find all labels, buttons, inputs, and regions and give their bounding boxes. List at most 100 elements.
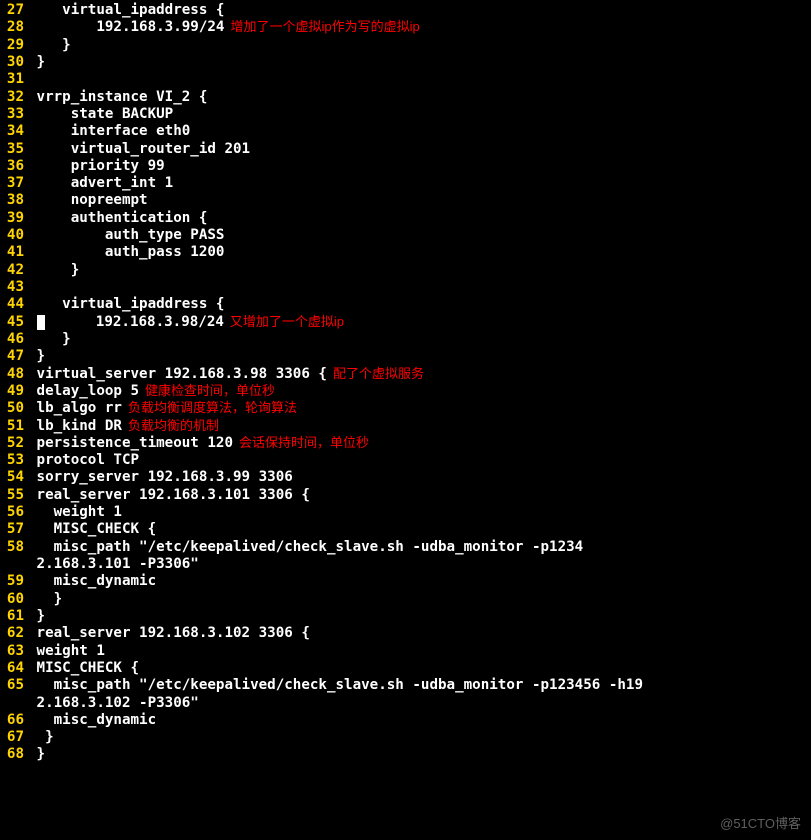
line-number: 57 (0, 521, 28, 538)
line-number (0, 695, 28, 712)
code-text: } (28, 591, 62, 608)
line-number: 49 (0, 383, 28, 400)
code-text: real_server 192.168.3.101 3306 { (28, 487, 310, 504)
code-text: real_server 192.168.3.102 3306 { (28, 625, 310, 642)
code-line: 62 real_server 192.168.3.102 3306 { (0, 625, 811, 642)
code-line: 43 (0, 279, 811, 296)
line-number: 68 (0, 746, 28, 763)
code-line: 41 auth_pass 1200 (0, 244, 811, 261)
code-text: 192.168.3.99/24 (28, 19, 224, 36)
code-line: 36 priority 99 (0, 158, 811, 175)
line-number: 63 (0, 643, 28, 660)
line-number: 36 (0, 158, 28, 175)
code-line: 49 delay_loop 5健康检查时间，单位秒 (0, 383, 811, 400)
line-number: 51 (0, 418, 28, 435)
code-text: } (28, 37, 71, 54)
code-line: 51 lb_kind DR负载均衡的机制 (0, 418, 811, 435)
line-number: 48 (0, 366, 28, 383)
code-text: virtual_ipaddress { (28, 2, 224, 19)
code-line: 65 misc_path "/etc/keepalived/check_slav… (0, 677, 811, 694)
line-number: 47 (0, 348, 28, 365)
line-number: 39 (0, 210, 28, 227)
code-text: misc_dynamic (28, 712, 156, 729)
code-text: lb_kind DR (28, 418, 122, 435)
code-line: 67 } (0, 729, 811, 746)
code-text: virtual_server 192.168.3.98 3306 { (28, 366, 327, 383)
line-number: 30 (0, 54, 28, 71)
code-line: 63 weight 1 (0, 643, 811, 660)
code-text: weight 1 (28, 504, 122, 521)
code-text: advert_int 1 (28, 175, 173, 192)
code-text: misc_path "/etc/keepalived/check_slave.s… (28, 539, 583, 556)
line-number (0, 556, 28, 573)
code-text: 2.168.3.101 -P3306" (28, 556, 199, 573)
code-line: 66 misc_dynamic (0, 712, 811, 729)
code-line: 53 protocol TCP (0, 452, 811, 469)
code-line: 30 } (0, 54, 811, 71)
code-editor: 27 virtual_ipaddress {28 192.168.3.99/24… (0, 0, 811, 764)
code-line: 56 weight 1 (0, 504, 811, 521)
line-number: 61 (0, 608, 28, 625)
code-line: 38 nopreempt (0, 192, 811, 209)
code-text: delay_loop 5 (28, 383, 139, 400)
line-number: 45 (0, 314, 28, 331)
annotation: 负载均衡调度算法，轮询算法 (122, 400, 297, 417)
code-text: 2.168.3.102 -P3306" (28, 695, 199, 712)
code-text: } (28, 262, 79, 279)
code-line: 59 misc_dynamic (0, 573, 811, 590)
line-number: 41 (0, 244, 28, 261)
code-text: authentication { (28, 210, 207, 227)
line-number: 65 (0, 677, 28, 694)
code-line: 42 } (0, 262, 811, 279)
code-line: 32 vrrp_instance VI_2 { (0, 89, 811, 106)
code-line: 52 persistence_timeout 120会话保持时间，单位秒 (0, 435, 811, 452)
code-text: 192.168.3.98/24 (28, 314, 224, 331)
code-text: virtual_router_id 201 (28, 141, 250, 158)
code-line: 34 interface eth0 (0, 123, 811, 140)
line-number: 66 (0, 712, 28, 729)
code-text: protocol TCP (28, 452, 139, 469)
code-line: 2.168.3.102 -P3306" (0, 695, 811, 712)
code-text: misc_path "/etc/keepalived/check_slave.s… (28, 677, 643, 694)
line-number: 37 (0, 175, 28, 192)
code-text: interface eth0 (28, 123, 190, 140)
line-number: 59 (0, 573, 28, 590)
code-line: 47 } (0, 348, 811, 365)
line-number: 56 (0, 504, 28, 521)
line-number: 43 (0, 279, 28, 296)
code-line: 33 state BACKUP (0, 106, 811, 123)
code-text: vrrp_instance VI_2 { (28, 89, 207, 106)
code-text: persistence_timeout 120 (28, 435, 233, 452)
code-line: 50 lb_algo rr负载均衡调度算法，轮询算法 (0, 400, 811, 417)
code-text: } (28, 746, 45, 763)
code-line: 45 192.168.3.98/24又增加了一个虚拟ip (0, 314, 811, 331)
annotation: 又增加了一个虚拟ip (224, 314, 344, 331)
code-line: 40 auth_type PASS (0, 227, 811, 244)
code-line: 55 real_server 192.168.3.101 3306 { (0, 487, 811, 504)
annotation: 健康检查时间，单位秒 (139, 383, 275, 400)
line-number: 52 (0, 435, 28, 452)
code-line: 54 sorry_server 192.168.3.99 3306 (0, 469, 811, 486)
line-number: 38 (0, 192, 28, 209)
line-number: 62 (0, 625, 28, 642)
code-line: 28 192.168.3.99/24增加了一个虚拟ip作为写的虚拟ip (0, 19, 811, 36)
code-text: } (28, 608, 45, 625)
line-number: 58 (0, 539, 28, 556)
annotation: 配了个虚拟服务 (327, 366, 424, 383)
cursor (37, 315, 45, 330)
code-line: 61 } (0, 608, 811, 625)
line-number: 54 (0, 469, 28, 486)
line-number: 33 (0, 106, 28, 123)
annotation: 增加了一个虚拟ip作为写的虚拟ip (224, 19, 419, 36)
code-line: 57 MISC_CHECK { (0, 521, 811, 538)
code-line: 2.168.3.101 -P3306" (0, 556, 811, 573)
code-line: 27 virtual_ipaddress { (0, 2, 811, 19)
code-line: 48 virtual_server 192.168.3.98 3306 {配了个… (0, 366, 811, 383)
annotation: 负载均衡的机制 (122, 418, 219, 435)
code-line: 46 } (0, 331, 811, 348)
line-number: 53 (0, 452, 28, 469)
line-number: 60 (0, 591, 28, 608)
code-text: weight 1 (28, 643, 105, 660)
line-number: 27 (0, 2, 28, 19)
code-text: } (28, 729, 54, 746)
